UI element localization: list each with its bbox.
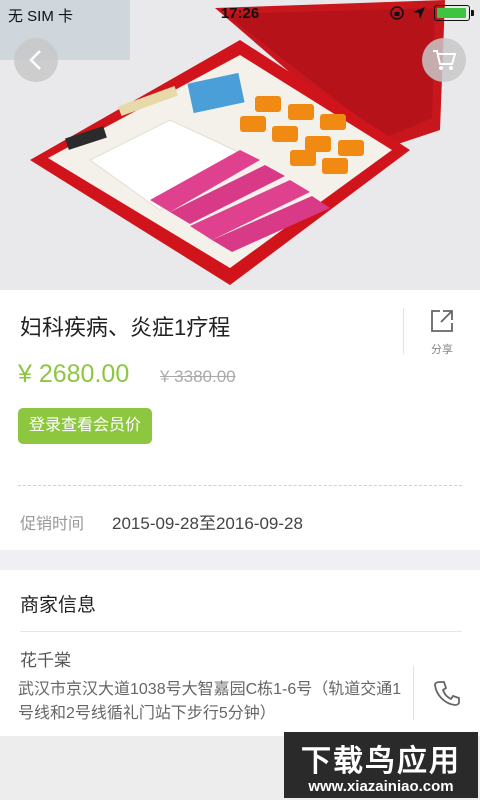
phone-icon xyxy=(434,681,460,706)
call-button[interactable] xyxy=(413,666,480,720)
cart-button[interactable] xyxy=(422,38,466,82)
divider xyxy=(20,631,462,632)
watermark-title: 下载鸟应用 xyxy=(301,745,461,778)
share-icon xyxy=(431,310,453,332)
promo-time-label: 促销时间 xyxy=(20,516,85,533)
promo-time-value: 2015-09-28至2016-09-28 xyxy=(112,514,303,533)
product-image[interactable] xyxy=(0,0,480,290)
share-label: 分享 xyxy=(431,344,453,356)
product-title: 妇科疾病、炎症1疗程 xyxy=(20,315,231,340)
battery-icon xyxy=(434,5,474,21)
current-price: ¥ 2680.00 xyxy=(18,360,130,388)
location-icon xyxy=(413,7,425,19)
back-button[interactable] xyxy=(14,38,58,82)
merchant-section-title: 商家信息 xyxy=(20,595,97,616)
product-photo xyxy=(0,0,480,290)
product-info: 妇科疾病、炎症1疗程 分享 ¥ 2680.00 ¥ 3380.00 登录查看会员… xyxy=(0,290,480,550)
back-icon xyxy=(29,50,41,70)
member-price-button[interactable]: 登录查看会员价 xyxy=(18,408,153,444)
watermark-logo: 下载鸟应用 www.xiazainiao.com xyxy=(284,732,478,798)
merchant-address: 武汉市京汉大道1038号大智嘉园C栋1-6号（轨道交通1号线和2号线循礼门站下步… xyxy=(18,681,402,722)
status-icons xyxy=(390,5,474,21)
lock-rotation-icon xyxy=(390,6,404,20)
watermark-url: www.xiazainiao.com xyxy=(308,778,454,795)
share-button[interactable]: 分享 xyxy=(403,308,480,356)
cart-icon xyxy=(433,50,457,70)
original-price: ¥ 3380.00 xyxy=(160,367,236,386)
divider xyxy=(18,485,462,486)
merchant-name: 花千棠 xyxy=(20,651,71,670)
status-bar: 无 SIM 卡 17:26 xyxy=(0,0,480,30)
